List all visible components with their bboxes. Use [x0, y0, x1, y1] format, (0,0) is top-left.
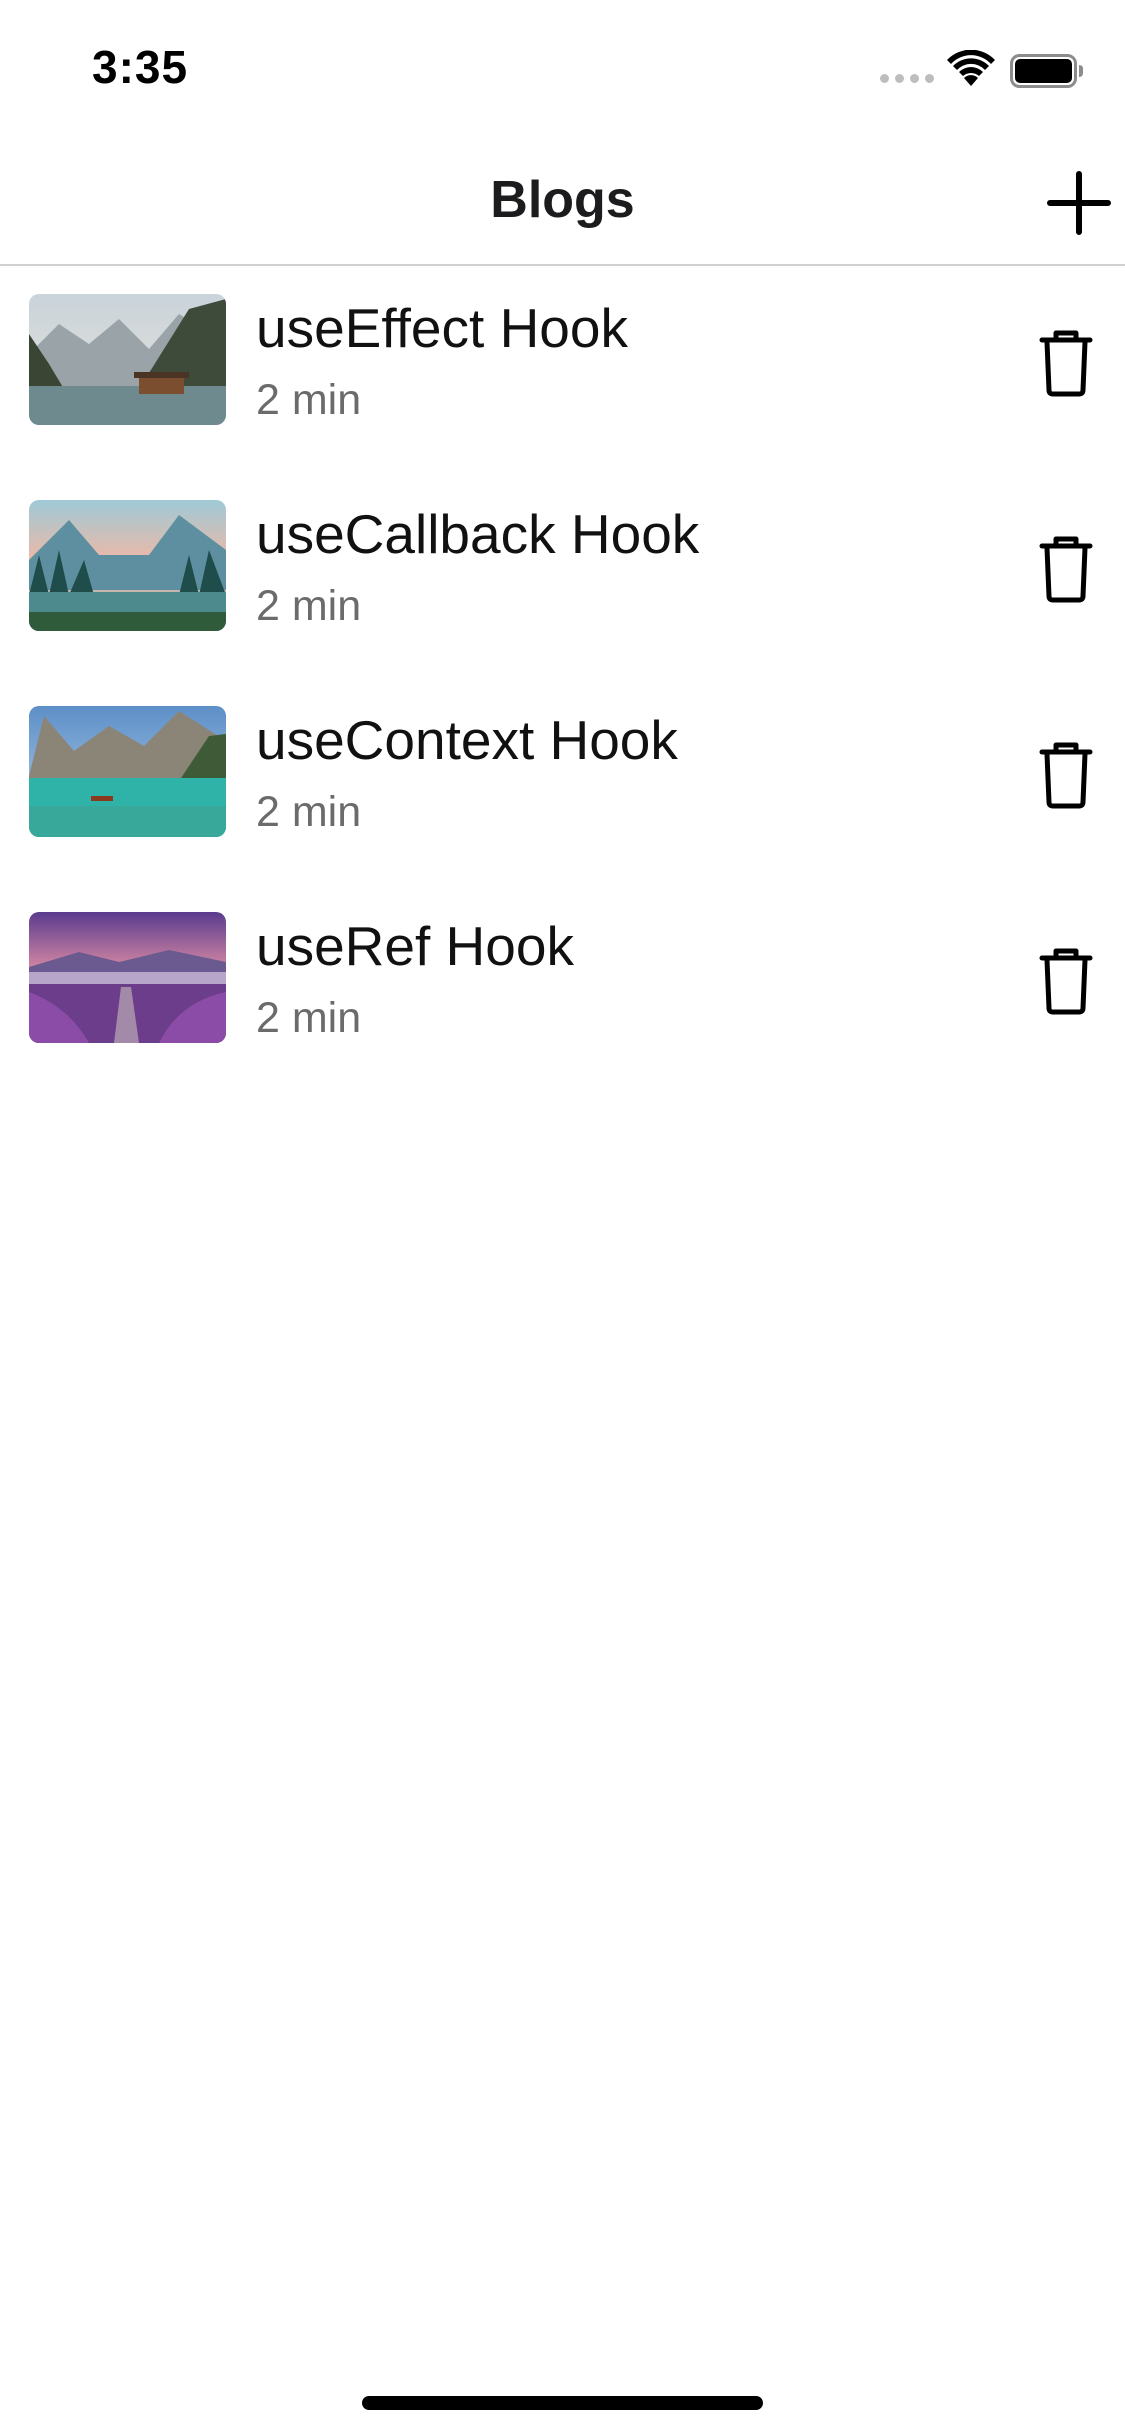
blog-read-time: 2 min [256, 376, 362, 424]
home-indicator[interactable] [362, 2396, 763, 2410]
list-item[interactable]: useCallback Hook 2 min [0, 472, 1125, 678]
list-item[interactable]: useEffect Hook 2 min [0, 266, 1125, 472]
blog-thumbnail [29, 706, 226, 837]
battery-icon [1010, 54, 1083, 88]
status-time: 3:35 [92, 41, 189, 93]
blog-thumbnail [29, 500, 226, 631]
blog-read-time: 2 min [256, 582, 362, 630]
trash-icon[interactable] [1036, 328, 1096, 398]
cellular-signal-icon [880, 74, 934, 83]
blog-thumbnail [29, 294, 226, 425]
wifi-icon [947, 50, 995, 86]
status-bar: 3:35 [0, 0, 1125, 132]
trash-icon[interactable] [1036, 946, 1096, 1016]
trash-icon[interactable] [1036, 534, 1096, 604]
blog-read-time: 2 min [256, 788, 362, 836]
plus-icon[interactable] [1046, 170, 1112, 236]
blog-title: useContext Hook [256, 709, 678, 771]
list-item[interactable]: useContext Hook 2 min [0, 678, 1125, 884]
blog-title: useEffect Hook [256, 297, 628, 359]
page-title: Blogs [490, 171, 635, 229]
list-item[interactable]: useRef Hook 2 min [0, 884, 1125, 1090]
blog-title: useCallback Hook [256, 503, 700, 565]
blog-title: useRef Hook [256, 915, 574, 977]
blog-list: useEffect Hook 2 min useCallback Hook 2 … [0, 266, 1125, 1090]
navigation-bar: Blogs [0, 132, 1125, 266]
blog-thumbnail [29, 912, 226, 1043]
blog-read-time: 2 min [256, 994, 362, 1042]
trash-icon[interactable] [1036, 740, 1096, 810]
